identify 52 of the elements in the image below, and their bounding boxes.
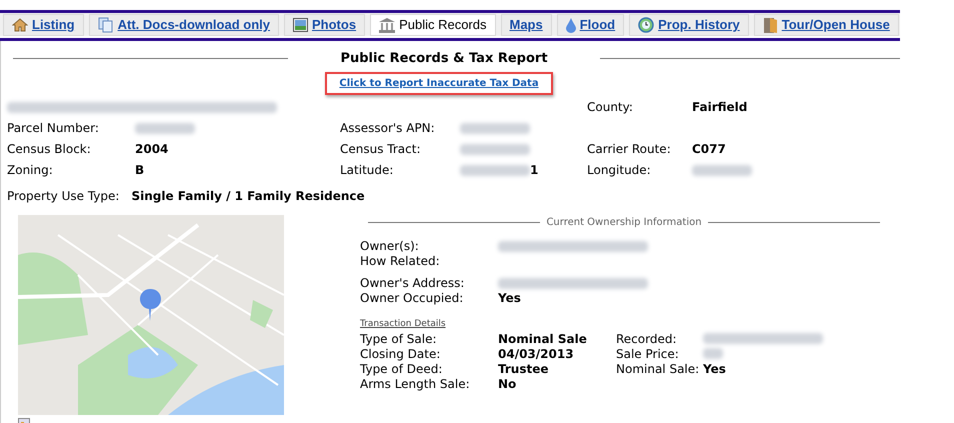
field-label: Parcel Number: — [7, 120, 100, 137]
field-value: Trustee — [498, 360, 548, 378]
tab[interactable]: Prop. History — [629, 14, 749, 36]
photo-icon — [293, 18, 308, 32]
field-label: Owner(s): — [360, 238, 420, 255]
field-label: How Related: — [360, 253, 441, 270]
field-value: 04/03/2013 — [498, 346, 574, 362]
tab[interactable]: Flood — [556, 14, 624, 36]
clock-icon — [638, 17, 654, 33]
field-value: B — [135, 162, 144, 179]
bank-icon — [379, 18, 396, 32]
tab[interactable]: Listing — [3, 14, 84, 36]
field-label: Assessor's APN: — [340, 120, 436, 137]
field-label: Type of Sale: — [360, 330, 438, 348]
tab[interactable]: Photos — [284, 14, 366, 36]
tab[interactable]: Maps — [500, 14, 552, 36]
transaction-details-link[interactable]: Transaction Details — [360, 318, 446, 328]
tab[interactable]: Att. Docs-download only — [88, 14, 279, 36]
field-value: No — [498, 376, 516, 392]
field-label: Census Tract: — [340, 141, 422, 158]
field-value: 2004 — [135, 141, 168, 158]
report-link[interactable]: Click to Report Inaccurate Tax Data — [325, 72, 553, 94]
tab[interactable]: Tour/Open House — [754, 14, 899, 36]
door-icon — [762, 17, 778, 33]
section-heading: Current Ownership Information — [546, 216, 702, 230]
field-label: Closing Date: — [360, 346, 442, 362]
field-label: County: — [587, 99, 634, 116]
field-label: Recorded: — [616, 330, 678, 348]
documents-icon — [98, 17, 114, 33]
field-label: Type of Deed: — [360, 360, 444, 378]
field-label: Carrier Route: — [587, 141, 672, 158]
field-label: Owner's Address: — [360, 275, 466, 292]
field-label: Arms Length Sale: — [360, 376, 471, 392]
tab[interactable]: Public Records — [370, 14, 496, 36]
field-label: Zoning: — [7, 162, 54, 179]
field-value: 1 — [530, 162, 538, 179]
field-label: Census Block: — [7, 141, 92, 158]
field-value: Nominal Sale — [498, 330, 587, 348]
field-label: Latitude: — [340, 162, 394, 179]
field-value: C077 — [692, 141, 726, 158]
field-value: Single Family / 1 Family Residence — [131, 188, 365, 204]
field-value: Yes — [703, 360, 726, 378]
field-label: Owner Occupied: — [360, 290, 464, 307]
field-value: Fairfield — [692, 99, 748, 116]
field-label: Nominal Sale: — [616, 360, 700, 378]
house-icon — [12, 18, 28, 32]
field-label: Property Use Type: — [7, 188, 120, 204]
report-title: Public Records & Tax Report — [339, 50, 549, 68]
field-label: Sale Price: — [616, 346, 680, 362]
water-drop-icon — [566, 18, 576, 32]
field-label: Longitude: — [587, 162, 652, 179]
field-value: Yes — [498, 290, 521, 307]
